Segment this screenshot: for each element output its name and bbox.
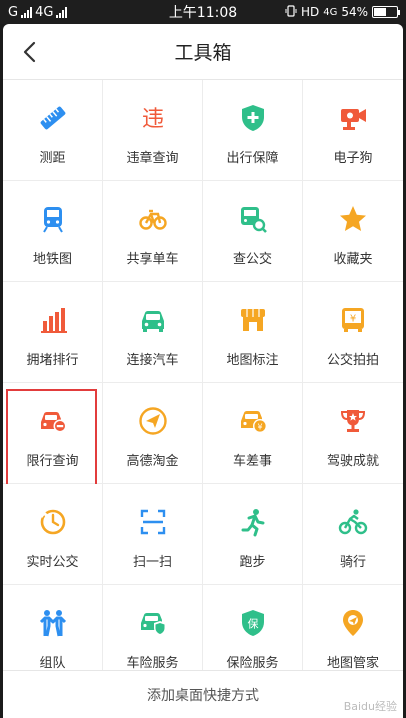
car-yuan-icon: ¥ (238, 406, 268, 436)
clock-icon (38, 507, 68, 537)
signal-icon-2 (56, 6, 68, 18)
tool-label: 扫一扫 (132, 555, 172, 570)
svg-text:保: 保 (247, 617, 258, 631)
tool-item[interactable]: 扫一扫 (103, 484, 203, 585)
tool-label: 骑行 (339, 555, 366, 570)
network-label-right: 4G (323, 6, 338, 18)
tool-item[interactable]: 违违章查询 (103, 80, 203, 181)
carrier-label: G (8, 4, 19, 20)
add-shortcut-label: 添加桌面快捷方式 (147, 687, 259, 704)
svg-text:¥: ¥ (350, 314, 356, 325)
vibrate-icon (285, 4, 297, 20)
tool-item[interactable]: 连接汽车 (103, 282, 203, 383)
trophy-icon (338, 406, 368, 436)
add-shortcut-button[interactable]: 添加桌面快捷方式 (3, 670, 403, 718)
insurance-icon: 保 (238, 608, 268, 638)
tool-label: 地铁图 (32, 252, 72, 267)
violation-icon: 违 (138, 103, 168, 133)
tool-label: 公交拍拍 (326, 353, 379, 368)
cyclist-icon (338, 507, 368, 537)
tool-item[interactable]: 骑行 (303, 484, 403, 585)
tool-item[interactable]: 驾驶成就 (303, 383, 403, 484)
bicycle-icon (138, 204, 168, 234)
battery-icon (372, 6, 400, 18)
tool-label: 测距 (39, 151, 66, 166)
runner-icon (238, 507, 268, 537)
tool-label: 限行查询 (26, 454, 79, 469)
tool-label: 连接汽车 (126, 353, 179, 368)
tool-item[interactable]: 地图标注 (203, 282, 303, 383)
camera-icon (338, 103, 368, 133)
tool-item[interactable]: 测距 (3, 80, 103, 181)
svg-text:¥: ¥ (257, 423, 262, 432)
tool-label: 实时公交 (26, 555, 79, 570)
signal-icon (21, 6, 33, 18)
tool-label: 跑步 (239, 555, 266, 570)
bus-yuan-icon: ¥ (338, 305, 368, 335)
metro-icon (38, 204, 68, 234)
tool-item[interactable]: 电子狗 (303, 80, 403, 181)
map-pin-icon (338, 608, 368, 638)
tool-item[interactable]: ¥ 车差事 (203, 383, 303, 484)
tool-label: 车险服务 (126, 656, 179, 671)
navbar: 工具箱 (3, 24, 403, 80)
svg-text:违: 违 (141, 107, 163, 132)
tool-label: 高德淘金 (126, 454, 179, 469)
hd-label: HD (300, 5, 320, 19)
tool-label: 查公交 (232, 252, 272, 267)
tool-item[interactable]: 查公交 (203, 181, 303, 282)
tool-label: 车差事 (232, 454, 272, 469)
scan-icon (138, 507, 168, 537)
bus-search-icon (238, 204, 268, 234)
status-left: G 4G (8, 4, 68, 20)
tool-grid: 测距违违章查询 出行保障 电子狗 地铁图 共享单车 查公交 收藏夹 拥堵排行 连接汽车 地图标注 ¥… (3, 80, 403, 686)
back-button[interactable] (13, 36, 45, 68)
car-restrict-icon (38, 406, 68, 436)
tool-label: 地图标注 (226, 353, 279, 368)
car-icon (138, 305, 168, 335)
tool-label: 违章查询 (126, 151, 179, 166)
battery-fill (374, 8, 386, 16)
tool-label: 驾驶成就 (326, 454, 379, 469)
tool-item[interactable]: 限行查询 (3, 383, 103, 504)
status-right: HD 4G 54% (285, 4, 400, 20)
tool-item[interactable]: 地铁图 (3, 181, 103, 282)
tool-label: 共享单车 (126, 252, 179, 267)
tool-label: 保险服务 (226, 656, 279, 671)
toolbox-page: 工具箱 测距违违章查询 出行保障 电子狗 地铁图 共享单车 查公交 收藏夹 拥堵排行 连接汽车地… (3, 24, 403, 718)
tool-label: 地图管家 (326, 656, 379, 671)
battery-label: 54% (341, 5, 368, 19)
send-icon (138, 406, 168, 436)
tool-item[interactable]: 出行保障 (203, 80, 303, 181)
bar-chart-icon (38, 305, 68, 335)
shop-icon (238, 305, 268, 335)
ruler-icon (38, 103, 68, 133)
network-label: 4G (35, 4, 54, 20)
tool-label: 收藏夹 (333, 252, 373, 267)
tool-label: 拥堵排行 (26, 353, 79, 368)
tool-item[interactable]: 收藏夹 (303, 181, 403, 282)
page-title: 工具箱 (174, 42, 232, 64)
tool-item[interactable]: 跑步 (203, 484, 303, 585)
shield-plus-icon (238, 103, 268, 133)
tool-item[interactable]: 拥堵排行 (3, 282, 103, 383)
star-icon (338, 204, 368, 234)
tool-label: 组队 (39, 656, 66, 671)
tool-label: 出行保障 (226, 151, 279, 166)
tool-item[interactable]: ¥ 公交拍拍 (303, 282, 403, 383)
tool-item[interactable]: 高德淘金 (103, 383, 203, 484)
tool-label: 电子狗 (333, 151, 373, 166)
team-icon (38, 608, 68, 638)
tool-item[interactable]: 实时公交 (3, 484, 103, 585)
tool-item[interactable]: 共享单车 (103, 181, 203, 282)
car-shield-icon (138, 608, 168, 638)
status-bar: G 4G 上午11:08 HD 4G 54% (0, 0, 406, 24)
chevron-left-icon (23, 41, 36, 63)
